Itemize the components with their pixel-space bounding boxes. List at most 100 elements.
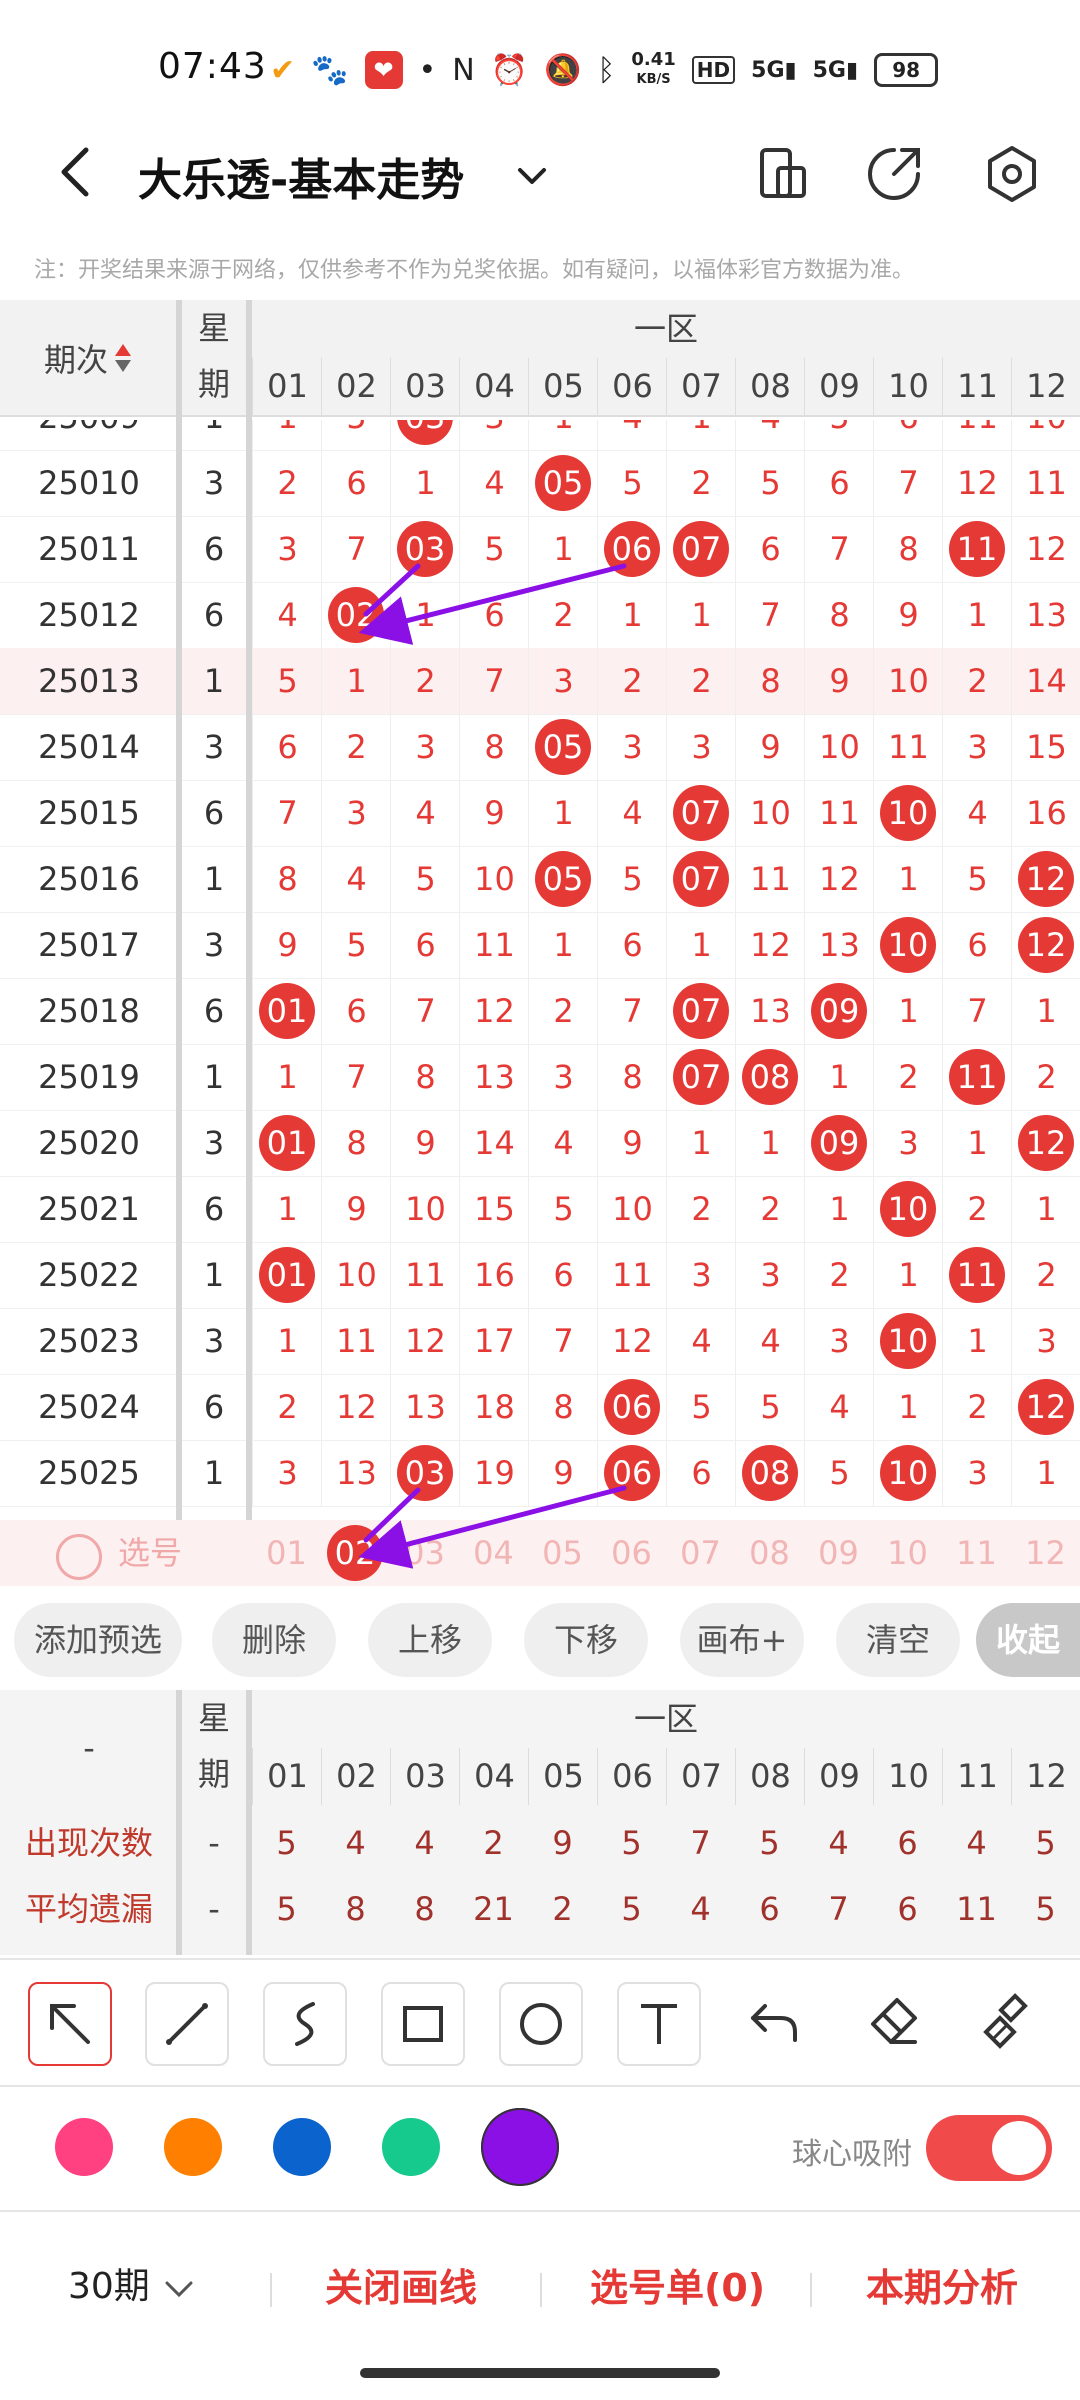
miss-count-cell[interactable]: 4 xyxy=(735,420,805,450)
pick-number-selected[interactable]: 02 xyxy=(321,1520,390,1586)
winning-ball[interactable]: 12 xyxy=(1018,1379,1074,1435)
winning-ball[interactable]: 01 xyxy=(259,983,315,1039)
arrow-tool-icon[interactable] xyxy=(28,1982,112,2066)
miss-count-cell[interactable]: 1 xyxy=(666,1110,736,1176)
miss-count-cell[interactable]: 13 xyxy=(804,912,874,978)
miss-count-cell[interactable]: 11 xyxy=(597,1242,667,1308)
pick-radio-icon[interactable] xyxy=(56,1534,102,1580)
winning-ball[interactable]: 11 xyxy=(949,1247,1005,1303)
miss-count-cell[interactable]: 1 xyxy=(804,1176,874,1242)
miss-count-cell[interactable]: 6 xyxy=(321,978,391,1044)
drawn-number-cell[interactable]: 01 xyxy=(252,1110,322,1176)
pick-number[interactable]: 08 xyxy=(735,1520,804,1586)
miss-count-cell[interactable]: 2 xyxy=(252,450,322,516)
drawn-number-cell[interactable]: 10 xyxy=(873,1308,943,1374)
close-lines-button[interactable]: 关闭画线 xyxy=(325,2257,477,2312)
miss-count-cell[interactable]: 6 xyxy=(666,1440,736,1506)
miss-count-cell[interactable]: 1 xyxy=(873,846,943,912)
miss-count-cell[interactable]: 14 xyxy=(1011,648,1080,714)
drawn-number-cell[interactable]: 05 xyxy=(528,714,598,780)
winning-ball[interactable]: 07 xyxy=(673,851,729,907)
pick-number[interactable]: 01 xyxy=(252,1520,321,1586)
pick-number[interactable]: 09 xyxy=(804,1520,873,1586)
drawn-number-cell[interactable]: 10 xyxy=(873,780,943,846)
drawn-number-cell[interactable]: 07 xyxy=(666,516,736,582)
miss-count-cell[interactable]: 6 xyxy=(942,912,1012,978)
drawn-number-cell[interactable]: 07 xyxy=(666,1044,736,1110)
winning-ball[interactable]: 07 xyxy=(673,785,729,841)
winning-ball[interactable]: 03 xyxy=(397,420,453,445)
miss-count-cell[interactable]: 11 xyxy=(390,1242,460,1308)
miss-count-cell[interactable]: 1 xyxy=(873,1242,943,1308)
miss-count-cell[interactable]: 1 xyxy=(1011,1176,1080,1242)
miss-count-cell[interactable]: 6 xyxy=(390,912,460,978)
miss-count-cell[interactable]: 7 xyxy=(735,582,805,648)
miss-count-cell[interactable]: 4 xyxy=(321,846,391,912)
miss-count-cell[interactable]: 3 xyxy=(735,1242,805,1308)
miss-count-cell[interactable]: 12 xyxy=(942,450,1012,516)
miss-count-cell[interactable]: 5 xyxy=(459,516,529,582)
line-tool-icon[interactable] xyxy=(145,1982,229,2066)
drawn-number-cell[interactable]: 06 xyxy=(597,1440,667,1506)
winning-ball[interactable]: 11 xyxy=(949,1049,1005,1105)
miss-count-cell[interactable]: 9 xyxy=(321,1176,391,1242)
miss-count-cell[interactable]: 8 xyxy=(804,582,874,648)
winning-ball[interactable]: 12 xyxy=(1018,1115,1074,1171)
pick-number[interactable]: 11 xyxy=(942,1520,1011,1586)
miss-count-cell[interactable]: 6 xyxy=(459,582,529,648)
circle-tool-icon[interactable] xyxy=(499,1982,583,2066)
miss-count-cell[interactable]: 6 xyxy=(735,516,805,582)
miss-count-cell[interactable]: 1 xyxy=(942,1308,1012,1374)
miss-count-cell[interactable]: 9 xyxy=(804,648,874,714)
winning-ball[interactable]: 10 xyxy=(880,785,936,841)
miss-count-cell[interactable]: 2 xyxy=(942,1176,1012,1242)
miss-count-cell[interactable]: 8 xyxy=(459,714,529,780)
miss-count-cell[interactable]: 8 xyxy=(321,1110,391,1176)
winning-ball[interactable]: 07 xyxy=(673,521,729,577)
miss-count-cell[interactable]: 2 xyxy=(735,1176,805,1242)
miss-count-cell[interactable]: 1 xyxy=(528,420,598,450)
analysis-button[interactable]: 本期分析 xyxy=(866,2257,1018,2312)
miss-count-cell[interactable]: 5 xyxy=(597,450,667,516)
move-down-button[interactable]: 下移 xyxy=(524,1603,648,1677)
page-title[interactable]: 大乐透-基本走势 xyxy=(138,144,464,208)
color-swatch-selected[interactable] xyxy=(481,2108,559,2186)
miss-count-cell[interactable]: 5 xyxy=(666,1374,736,1440)
miss-count-cell[interactable]: 3 xyxy=(390,714,460,780)
undo-icon[interactable] xyxy=(735,1982,815,2062)
miss-count-cell[interactable]: 5 xyxy=(804,420,874,450)
miss-count-cell[interactable]: 7 xyxy=(321,516,391,582)
miss-count-cell[interactable]: 1 xyxy=(666,912,736,978)
miss-count-cell[interactable]: 6 xyxy=(528,1242,598,1308)
drawn-number-cell[interactable]: 06 xyxy=(597,1374,667,1440)
drawn-number-cell[interactable]: 03 xyxy=(390,1440,460,1506)
miss-count-cell[interactable]: 17 xyxy=(459,1308,529,1374)
pick-number[interactable]: 07 xyxy=(666,1520,735,1586)
miss-count-cell[interactable]: 1 xyxy=(666,582,736,648)
miss-count-cell[interactable]: 4 xyxy=(252,582,322,648)
winning-ball[interactable]: 05 xyxy=(535,719,591,775)
miss-count-cell[interactable]: 10 xyxy=(735,780,805,846)
miss-count-cell[interactable]: 3 xyxy=(666,1242,736,1308)
miss-count-cell[interactable]: 2 xyxy=(390,648,460,714)
winning-ball[interactable]: 12 xyxy=(1018,917,1074,973)
miss-count-cell[interactable]: 4 xyxy=(597,420,667,450)
drawn-number-cell[interactable]: 05 xyxy=(528,846,598,912)
add-preselect-button[interactable]: 添加预选 xyxy=(14,1603,182,1677)
winning-ball[interactable]: 01 xyxy=(259,1247,315,1303)
miss-count-cell[interactable]: 5 xyxy=(942,846,1012,912)
miss-count-cell[interactable]: 7 xyxy=(528,1308,598,1374)
miss-count-cell[interactable]: 9 xyxy=(735,714,805,780)
miss-count-cell[interactable]: 12 xyxy=(321,1374,391,1440)
share-icon[interactable] xyxy=(860,140,928,208)
delete-button[interactable]: 删除 xyxy=(212,1603,336,1677)
miss-count-cell[interactable]: 8 xyxy=(528,1374,598,1440)
miss-count-cell[interactable]: 4 xyxy=(735,1308,805,1374)
miss-count-cell[interactable]: 13 xyxy=(735,978,805,1044)
back-icon[interactable] xyxy=(48,142,108,202)
pick-number[interactable]: 06 xyxy=(597,1520,666,1586)
miss-count-cell[interactable]: 7 xyxy=(252,780,322,846)
miss-count-cell[interactable]: 12 xyxy=(804,846,874,912)
miss-count-cell[interactable]: 3 xyxy=(804,1308,874,1374)
winning-ball[interactable]: 06 xyxy=(604,521,660,577)
